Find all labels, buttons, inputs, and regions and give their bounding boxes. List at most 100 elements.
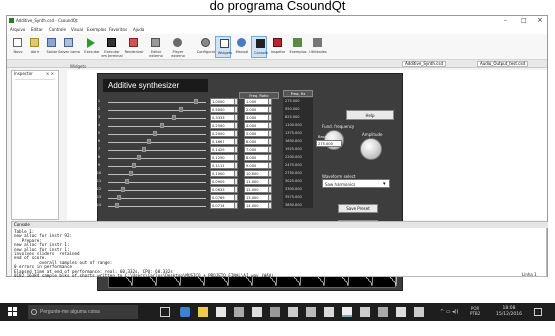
app-icon-4[interactable] — [288, 307, 298, 317]
amplitude-slider[interactable] — [108, 166, 206, 167]
slider-handle[interactable] — [128, 171, 133, 176]
toolbar-manual-button[interactable]: Manual — [233, 36, 249, 58]
spinner-arrows[interactable] — [268, 122, 272, 129]
slider-handle[interactable] — [132, 163, 137, 168]
app-icon-9[interactable] — [396, 307, 406, 317]
spinner-arrows[interactable] — [268, 138, 272, 145]
toolbar-configure-button[interactable]: Configurar — [197, 36, 215, 58]
amplitude-slider[interactable] — [108, 174, 206, 175]
toolbar-run-button[interactable]: Executar — [83, 36, 100, 58]
amplitude-slider[interactable] — [108, 182, 206, 183]
slider-handle[interactable] — [137, 155, 142, 160]
spinner-arrows[interactable] — [268, 170, 272, 177]
toolbar-saveas-button[interactable]: Salvar como — [58, 36, 80, 58]
edge-browser-icon[interactable] — [180, 307, 190, 317]
spinner-arrows[interactable] — [268, 162, 272, 169]
toolbar-utilities-button[interactable]: Utilidades — [309, 36, 327, 58]
spinner-arrows[interactable] — [234, 186, 238, 193]
slider-handle[interactable] — [153, 131, 158, 136]
amplitude-slider[interactable] — [108, 110, 206, 111]
store-icon[interactable] — [216, 307, 226, 317]
waveform-select[interactable]: Saw harmonics ▾ — [322, 179, 390, 188]
maximize-button[interactable]: □ — [521, 16, 527, 25]
spinner-arrows[interactable] — [234, 98, 238, 105]
amplitude-knob[interactable] — [360, 138, 382, 160]
toolbar-widgets-button[interactable]: Widgets — [215, 36, 232, 58]
help-button[interactable]: Help — [346, 110, 394, 120]
toolbar-run-terminal-button[interactable]: Executar em terminal — [101, 36, 123, 58]
tray-icons[interactable]: ^ ▭ ◂)) — [440, 309, 459, 315]
app-icon-7[interactable] — [360, 307, 370, 317]
amplitude-slider[interactable] — [108, 118, 206, 119]
file-explorer-icon[interactable] — [198, 307, 208, 317]
menu-controle[interactable]: Controle — [49, 27, 66, 32]
menu-exemplos[interactable]: Exemplos — [87, 27, 106, 32]
windows-start-icon[interactable] — [8, 307, 18, 317]
amplitude-slider[interactable] — [108, 198, 206, 199]
tab-audio-output-test[interactable]: Audio_Output_test.csd — [477, 61, 529, 67]
spinner-arrows[interactable] — [268, 202, 272, 209]
notifications-icon[interactable] — [534, 308, 542, 316]
toolbar-console-button[interactable]: Console — [251, 36, 268, 58]
spinner-arrows[interactable] — [234, 106, 238, 113]
spinner-arrows[interactable] — [234, 138, 238, 145]
spinner-arrows[interactable] — [268, 194, 272, 201]
csoundqt-taskbar-icon[interactable] — [342, 307, 352, 317]
amplitude-slider[interactable] — [108, 102, 206, 103]
menu-editar[interactable]: Editar — [31, 27, 43, 32]
amplitude-slider[interactable] — [108, 126, 206, 127]
clock[interactable]: 18:08 15/12/2016 — [494, 306, 524, 318]
toolbar-save-button[interactable]: Salvar — [43, 36, 59, 58]
slider-handle[interactable] — [159, 123, 164, 128]
task-view-icon[interactable] — [160, 307, 170, 317]
spinner-arrows[interactable] — [234, 178, 238, 185]
save-preset-button[interactable]: Save Preset — [338, 204, 378, 213]
menu-favoritos[interactable]: Favoritos — [109, 27, 127, 32]
spinner-arrows[interactable] — [268, 106, 272, 113]
tab-additive-synth[interactable]: Additive_Synth.csd — [402, 61, 447, 67]
slider-handle[interactable] — [178, 107, 183, 112]
app-icon-2[interactable] — [252, 307, 262, 317]
spinner-arrows[interactable] — [268, 146, 272, 153]
menu-ajuda[interactable]: Ajuda — [133, 27, 144, 32]
slider-handle[interactable] — [141, 147, 146, 152]
spinner-arrows[interactable] — [268, 178, 272, 185]
slider-handle[interactable] — [117, 195, 122, 200]
minimize-button[interactable]: – — [504, 16, 507, 25]
slider-handle[interactable] — [171, 115, 176, 120]
spinner-arrows[interactable] — [234, 162, 238, 169]
spinner-arrows[interactable] — [234, 114, 238, 121]
base-freq-input[interactable]: 275.000 — [316, 140, 342, 147]
spinner-arrows[interactable] — [268, 98, 272, 105]
spinner-arrows[interactable] — [234, 130, 238, 137]
spinner-arrows[interactable] — [234, 146, 238, 153]
spinner-arrows[interactable] — [234, 154, 238, 161]
app-icon-5[interactable] — [306, 307, 316, 317]
inspector-close-icons[interactable]: × × — [46, 71, 54, 76]
spinner-arrows[interactable] — [234, 202, 238, 209]
spinner-arrows[interactable] — [234, 170, 238, 177]
taskbar-search-box[interactable]: Pergunte-me alguma coisa — [28, 305, 138, 319]
slider-handle[interactable] — [124, 179, 129, 184]
app-icon-6[interactable] — [324, 307, 334, 317]
toolbar-render-button[interactable]: Renderizar — [125, 36, 143, 58]
app-icon-8[interactable] — [378, 307, 388, 317]
toolbar-ext-player-button[interactable]: Player externo — [169, 36, 185, 58]
menu-arquivo[interactable]: Arquivo — [10, 27, 25, 32]
toolbar-new-button[interactable]: Novo — [9, 36, 25, 58]
slider-handle[interactable] — [121, 187, 126, 192]
toolbar-examples-button[interactable]: Exemplos — [289, 36, 306, 58]
app-icon-10[interactable] — [414, 307, 424, 317]
slider-handle[interactable] — [114, 203, 119, 208]
spinner-arrows[interactable] — [234, 122, 238, 129]
spinner-arrows[interactable] — [268, 114, 272, 121]
amplitude-slider[interactable] — [108, 142, 206, 143]
language-indicator[interactable]: POR PTB2 — [470, 306, 480, 316]
amplitude-slider[interactable] — [108, 158, 206, 159]
close-button[interactable]: × — [537, 16, 543, 25]
spinner-arrows[interactable] — [234, 194, 238, 201]
slider-handle[interactable] — [147, 139, 152, 144]
spinner-arrows[interactable] — [268, 154, 272, 161]
toolbar-inspector-button[interactable]: Inspetor — [269, 36, 285, 58]
amplitude-slider[interactable] — [108, 150, 206, 151]
